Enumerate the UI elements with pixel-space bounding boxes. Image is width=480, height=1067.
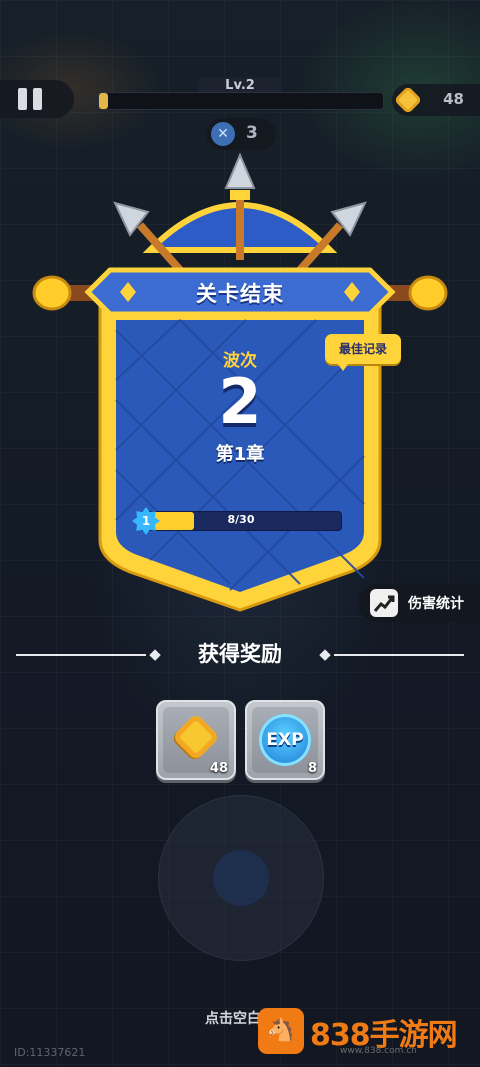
divider-right (334, 654, 464, 656)
reward-card-gold[interactable]: 48 (156, 700, 236, 780)
best-record-badge: 最佳记录 (325, 334, 401, 371)
chapter-label: 第1章 (215, 444, 265, 465)
exp-orb-icon: EXP (259, 714, 311, 766)
watermark-logo-icon: 🐴 (258, 1008, 304, 1054)
joystick-knob[interactable] (213, 850, 269, 906)
user-id: ID:11337621 (14, 1046, 86, 1059)
chapter-progress-text: 8/30 (227, 513, 255, 526)
rewards-title: 获得奖励 (198, 642, 282, 666)
divider-ornament-icon: ◆ (319, 645, 331, 663)
watermark-url: www.838.com.cn (340, 1046, 417, 1056)
damage-stats-label: 伤害统计 (408, 596, 464, 612)
reward-card-exp[interactable]: EXP 8 (245, 700, 325, 780)
panel-title: 关卡结束 (196, 282, 284, 306)
divider-left (16, 654, 146, 656)
wave-value: 2 (218, 365, 262, 438)
chapter-progress-bar: 8/30 (140, 511, 342, 531)
joystick[interactable] (158, 795, 324, 961)
reward-qty: 48 (209, 761, 228, 776)
reward-qty: 8 (307, 761, 317, 776)
damage-stats-button[interactable]: 伤害统计 (358, 584, 480, 622)
result-panel: 关卡结束 最佳记录 波次 2 第1章 8/30 1 (0, 0, 480, 620)
chart-icon (370, 589, 398, 617)
